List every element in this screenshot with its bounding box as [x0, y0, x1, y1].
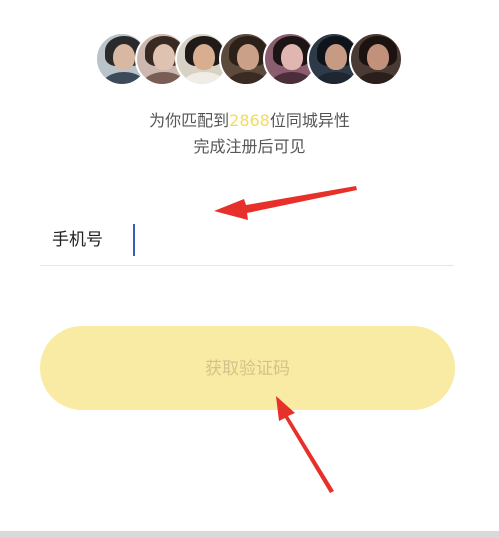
annotation-arrows	[214, 186, 357, 493]
registration-page: 为你匹配到2868位同城异性 完成注册后可见 手机号 获取验证码	[0, 0, 499, 538]
arrow-lower-icon	[276, 396, 334, 493]
arrow-upper-icon	[214, 186, 357, 220]
bottom-edge	[0, 531, 499, 538]
